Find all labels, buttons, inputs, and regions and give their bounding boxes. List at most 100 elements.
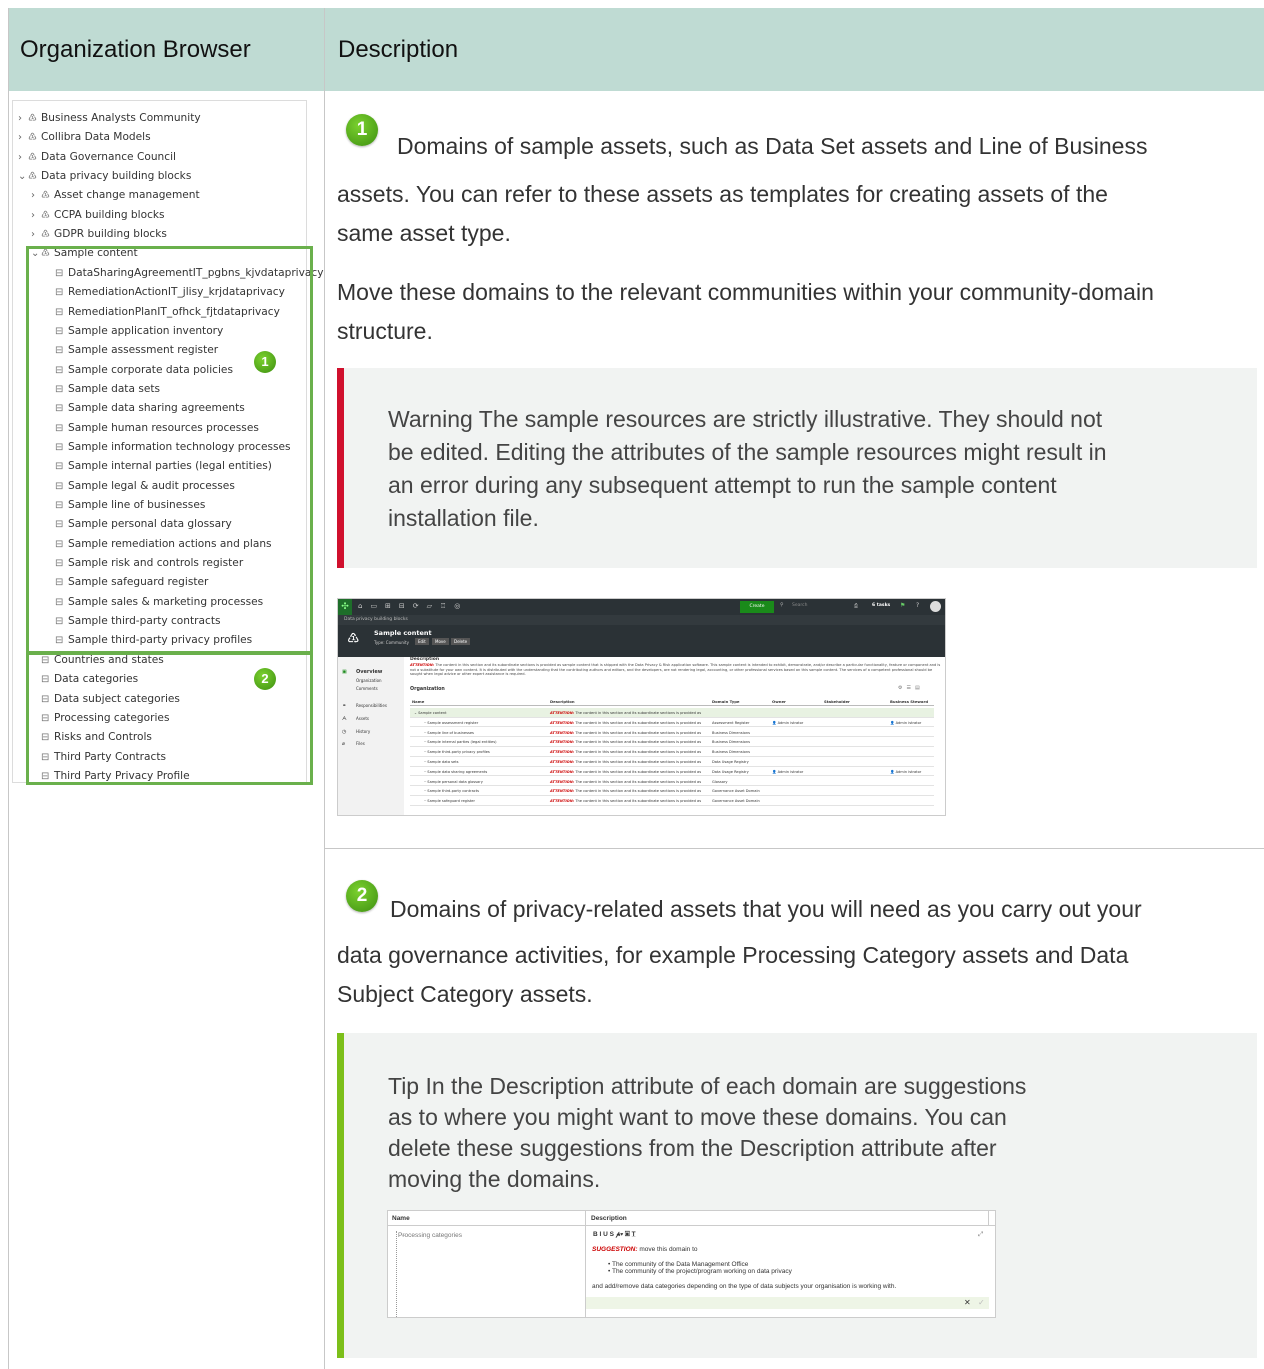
chevron-right-icon[interactable]: › [18,110,28,128]
header-organization-browser: Organization Browser [20,36,251,63]
table-row[interactable]: ┄ Sample line of businesses ATTENTION: Th… [410,728,934,738]
cell-name: ┄ Sample internal parties (legal entitie… [424,740,497,745]
table-row[interactable]: ┄ Sample assessment register ATTENTION: T… [410,718,934,728]
nav-overview[interactable]: Overview [356,669,382,675]
avatar[interactable] [930,601,941,612]
delete-button[interactable]: Delete [451,638,471,645]
cell-name: ┄ Sample assessment register [424,720,479,725]
chevron-right-icon[interactable]: › [18,129,28,147]
tip-text-4: moving the domains. [388,1166,601,1192]
table-row[interactable]: ┄ Sample internal parties (legal entitie… [410,737,934,747]
tree-item[interactable]: ⌄ ♳ Data privacy building blocks [18,167,191,185]
cell-domain-type: Data Usage Registry [712,760,749,764]
table-row[interactable]: ⌄ Sample content ATTENTION: The content i… [410,708,934,718]
chevron-right-icon[interactable]: › [18,149,28,167]
header-description: Description [338,36,459,63]
cell-name: ┄ Sample third-party privacy profiles [424,750,490,755]
community-icon: ♳ [41,190,50,202]
nav-responsibilities[interactable]: Responsibilities [356,703,387,708]
cell-description: ATTENTION: The content in this section a… [550,730,702,735]
table-row[interactable]: ┄ Sample personal data glossary ATTENTION… [410,777,934,787]
help-icon[interactable]: ? [916,602,919,609]
expand-icon[interactable]: ⤢ [978,1231,983,1239]
move-button[interactable]: Move [432,638,449,645]
cell-domain-type: Business Dimensions [712,750,750,755]
table-row[interactable]: ┄ Sample data sets ATTENTION: The content… [410,757,934,767]
column-header[interactable]: Owner [772,699,786,704]
sample-content-screenshot: ✣ ⌂▭⊞⊟⟳▱♖◎ Create ⚲ Search ⎙ 6 tasks ⚑ ?… [337,598,946,816]
nav-icons: ⌂▭⊞⊟⟳▱♖◎ [358,602,469,610]
notifications-icon[interactable]: ⚑ [900,602,905,609]
nav-comments[interactable]: Comments [356,686,378,691]
cell-description: ATTENTION: The content in this section a… [550,769,702,774]
view-toggle-icons[interactable]: ⚙☰▤ [898,685,924,691]
community-icon: ♳ [28,151,37,163]
table-row[interactable]: ┄ Sample third-party contracts ATTENTION:… [410,786,934,796]
tree-item-label: CCPA building blocks [54,208,165,221]
column-header[interactable]: Description [550,699,575,704]
cell-steward: 👤 Admin istrator [890,769,922,774]
community-icon: ♳ [28,113,37,124]
check-icon[interactable]: ✓ [978,1298,985,1307]
section1-line3: same asset type. [337,220,511,246]
print-icon[interactable]: ⎙ [854,603,858,609]
bullet-1: • The community of the Data Management O… [608,1261,749,1268]
chevron-right-icon[interactable]: › [31,226,41,244]
tasks-button[interactable]: 6 tasks [872,603,890,608]
callout-badge-1-large: 1 [346,114,378,146]
community-icon: ♳ [28,132,37,144]
column-header[interactable]: Domain Type [712,699,740,704]
cell-domain-type: Business Dimensions [712,740,750,745]
tree-item[interactable]: › ♳ Business Analysts Community [18,109,201,127]
section1-line1: Domains of sample assets, such as Data S… [397,133,1148,159]
tree-item[interactable]: › ♳ GDPR building blocks [31,225,167,243]
search-input[interactable]: Search [792,603,807,608]
editor-toolbar[interactable]: B I U S 𝓅▾ ▣ T̲ [593,1231,636,1239]
chevron-right-icon[interactable]: › [31,207,41,225]
nav-assets[interactable]: Assets [356,716,369,721]
cell-domain-type: Business Dimensions [712,730,750,735]
tree-item-label: Collibra Data Models [41,131,151,144]
tree-item[interactable]: › ♳ CCPA building blocks [31,206,165,224]
community-icon: ♳ [41,229,50,241]
warning-note: Warning The sample resources are strictl… [337,368,1257,568]
create-button[interactable]: Create [740,601,774,613]
table-row[interactable]: ┄ Sample data sharing agreements ATTENTIO… [410,767,934,777]
cell-domain-type: Data Usage Registry [712,769,749,774]
nav-organization[interactable]: Organization [356,678,382,683]
top-bar: ✣ ⌂▭⊞⊟⟳▱♖◎ Create ⚲ Search ⎙ 6 tasks ⚑ ? [338,599,945,615]
column-name: Name [392,1215,410,1222]
nav-files[interactable]: Files [356,741,365,746]
table-row[interactable]: ┄ Sample safeguard register ATTENTION: Th… [410,796,934,806]
column-header[interactable]: Name [412,699,424,704]
search-icon[interactable]: ⚲ [780,602,784,608]
chevron-right-icon[interactable]: › [31,187,41,205]
asset-title: Sample content [374,629,432,637]
section2-line1: Domains of privacy-related assets that y… [390,896,1142,922]
cell-description: ATTENTION: The content in this section a… [550,720,702,725]
divider [324,8,325,1369]
breadcrumb[interactable]: Data privacy building blocks [338,615,945,625]
column-header[interactable]: Stakeholder [824,699,850,704]
cell-steward: 👤 Admin istrator [890,720,922,725]
table-row[interactable]: ┄ Sample third-party privacy profiles ATT… [410,747,934,757]
column-description: Description [591,1215,627,1222]
tree-item[interactable]: › ♳ Asset change management [31,186,200,204]
cell-name: ┄ Sample line of businesses [424,730,474,735]
community-icon: ♳ [28,171,37,183]
logo-icon: ✣ [338,599,352,615]
tree-item-label: Data privacy building blocks [41,170,192,183]
row-name: Processing categories [398,1232,462,1239]
chevron-down-icon[interactable]: ⌄ [18,168,28,186]
section2-line3: Subject Category assets. [337,981,593,1007]
tree-item[interactable]: › ♳ Data Governance Council [18,148,176,166]
nav-history[interactable]: History [356,729,370,734]
column-header[interactable]: Business Steward [890,699,928,704]
cell-description: ATTENTION: The content in this section a… [550,779,702,784]
tree-item[interactable]: › ♳ Collibra Data Models [18,128,151,146]
edit-button[interactable]: Edit [415,638,429,645]
close-icon[interactable]: ✕ [964,1298,971,1307]
section1-move-line1: Move these domains to the relevant commu… [337,279,1154,305]
cell-description: ATTENTION: The content in this section a… [550,740,702,745]
tip-bar [337,1033,344,1358]
